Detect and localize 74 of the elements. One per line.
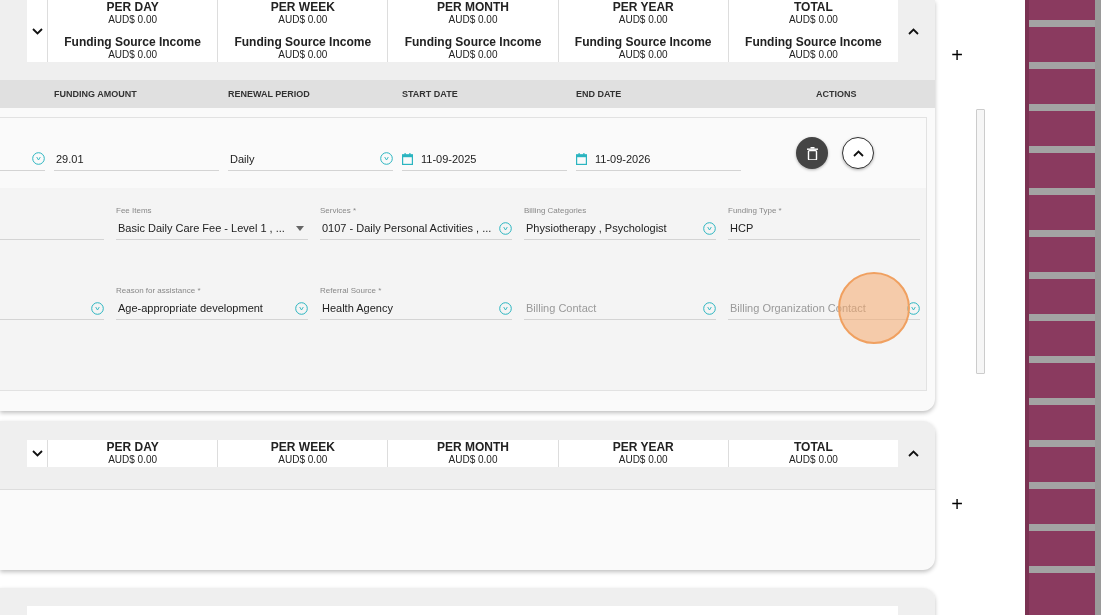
income-title: Funding Source Income [745,35,882,49]
scrollbar[interactable] [976,109,985,374]
field-label: Referral Source * [320,285,383,297]
column-header: FUNDING AMOUNT [54,89,138,99]
field-label: Reason for assistance * [116,285,202,297]
chevron-circle-icon[interactable] [32,152,45,165]
date-field[interactable]: 11-09-2026 [576,147,741,171]
income-value: AUD$ 0.00 [788,49,838,60]
chevron-circle-icon[interactable] [907,301,920,315]
add-button[interactable]: + [948,45,966,65]
input-field[interactable]: HCP [728,217,920,240]
chevron-up-icon [852,149,864,157]
summary-value: AUD$ 0.00 [618,453,668,465]
summary-title: PER WEEK [270,0,335,14]
chevron-up-icon [907,27,919,35]
summary-value: AUD$ 0.00 [278,453,328,465]
summary-title: PER DAY [106,0,159,14]
select-field[interactable]: Basic Daily Care Fee - Level 1 , ... [116,217,308,240]
trash-icon [806,146,818,160]
calendar-icon[interactable] [402,152,413,165]
caret-icon[interactable] [296,225,304,231]
chevron-circle-icon[interactable] [295,301,308,315]
select-field[interactable]: Physiotherapy , Psychologist [524,217,716,240]
income-title: Funding Source Income [64,35,201,49]
column-header: END DATE [576,89,623,99]
summary-value: AUD$ 0.00 [448,453,498,465]
summary-title: PER YEAR [612,0,674,14]
summary-title: TOTAL [793,0,833,14]
chevron-down-icon [31,449,43,457]
summary-value: AUD$ 0.00 [788,14,838,25]
chevron-circle-icon[interactable] [703,301,716,315]
income-value: AUD$ 0.00 [618,49,668,60]
summary-value: AUD$ 0.00 [108,453,158,465]
income-title: Funding Source Income [574,35,712,49]
delete-button[interactable] [796,137,828,169]
field-label: Fee Items [116,205,153,217]
field-label: Services * [320,205,357,217]
income-title: Funding Source Income [234,35,372,49]
income-value: AUD$ 0.00 [108,49,158,60]
chevron-circle-icon[interactable] [380,152,393,165]
summary-value: AUD$ 0.00 [618,14,668,25]
select-field[interactable]: 0107 - Daily Personal Activities , ... [320,217,512,240]
input-field[interactable]: 29.01 [54,147,219,171]
add-button[interactable]: + [948,494,966,514]
calendar-icon[interactable] [576,152,587,165]
summary-title: PER MONTH [437,439,509,454]
summary-title: PER DAY [106,439,159,454]
select-field[interactable]: Age-appropriate development [116,297,308,320]
chevron-circle-icon[interactable] [703,221,716,235]
column-header: RENEWAL PERIOD [228,89,311,99]
summary-title: PER MONTH [437,0,509,14]
collapse-button[interactable] [842,137,874,169]
date-field[interactable]: 11-09-2025 [402,147,567,171]
summary-title: TOTAL [793,439,833,454]
column-header: START DATE [402,89,459,99]
summary-title: PER WEEK [270,439,335,454]
summary-title: PER YEAR [612,439,674,454]
select-field[interactable]: Health Agency [320,297,512,320]
income-value: AUD$ 0.00 [278,49,328,60]
column-header: ACTIONS [816,89,858,99]
summary-value: AUD$ 0.00 [788,453,838,465]
chevron-circle-icon[interactable] [91,301,104,315]
summary-value: AUD$ 0.00 [108,14,158,25]
chevron-up-icon [907,449,919,457]
chevron-circle-icon[interactable] [499,301,512,315]
income-value: AUD$ 0.00 [448,49,498,60]
summary-value: AUD$ 0.00 [448,14,498,25]
income-title: Funding Source Income [404,35,542,49]
field-label: Billing Categories [524,205,588,217]
summary-value: AUD$ 0.00 [278,14,328,25]
chevron-circle-icon[interactable] [499,221,512,235]
field-label: Funding Type * [728,205,783,217]
select-field[interactable]: Daily [228,147,393,171]
chevron-down-icon [31,27,43,35]
